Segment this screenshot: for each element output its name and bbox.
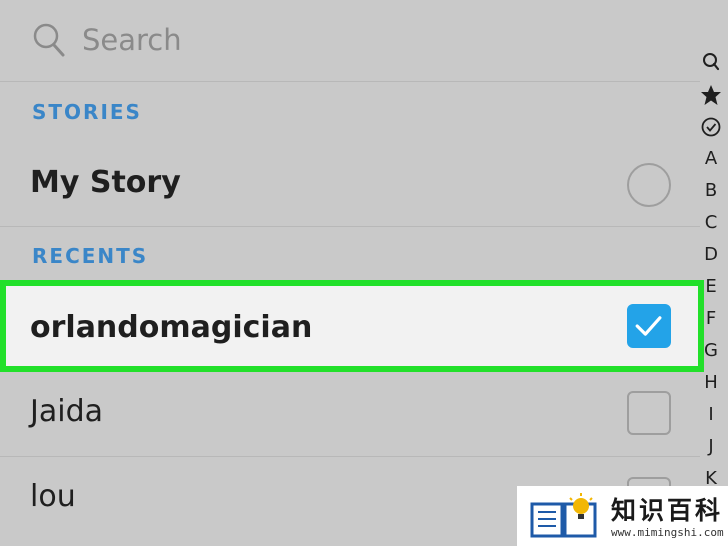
section-header-stories: STORIES bbox=[32, 100, 142, 124]
list-item-label: Jaida bbox=[30, 394, 103, 429]
list-item-label: My Story bbox=[30, 165, 181, 200]
recent-select-checkbox-checked[interactable] bbox=[627, 304, 671, 348]
watermark-title: 知识百科 bbox=[611, 496, 724, 525]
index-letter-b[interactable]: B bbox=[698, 181, 724, 201]
watermark-url: www.mimingshi.com bbox=[611, 526, 724, 539]
alphabet-index-bar[interactable]: A B C D E F G H I J K bbox=[698, 48, 724, 546]
index-letter-e[interactable]: E bbox=[698, 277, 724, 297]
search-icon[interactable] bbox=[698, 52, 724, 72]
recent-select-checkbox[interactable] bbox=[627, 391, 671, 435]
search-input[interactable] bbox=[82, 20, 642, 60]
list-item-jaida[interactable]: Jaida bbox=[0, 372, 700, 456]
divider bbox=[0, 226, 700, 227]
index-letter-a[interactable]: A bbox=[698, 149, 724, 169]
book-lightbulb-logo-icon bbox=[530, 493, 597, 538]
list-item-orlandomagician[interactable]: orlandomagician bbox=[0, 280, 704, 372]
index-letter-f[interactable]: F bbox=[698, 309, 724, 329]
list-item-label: orlandomagician bbox=[30, 310, 313, 345]
checkmark-icon bbox=[635, 316, 662, 336]
watermark: 知识百科 www.mimingshi.com bbox=[517, 486, 728, 546]
story-select-checkbox[interactable] bbox=[627, 163, 671, 207]
check-circle-icon[interactable] bbox=[698, 116, 724, 138]
search-icon bbox=[33, 23, 65, 57]
index-letter-j[interactable]: J bbox=[698, 437, 724, 457]
index-letter-c[interactable]: C bbox=[698, 213, 724, 233]
index-letter-h[interactable]: H bbox=[698, 373, 724, 393]
list-item-my-story[interactable]: My Story bbox=[0, 145, 700, 225]
index-letter-d[interactable]: D bbox=[698, 245, 724, 265]
section-header-recents: RECENTS bbox=[32, 244, 149, 268]
star-icon[interactable] bbox=[698, 84, 724, 106]
index-letter-i[interactable]: I bbox=[698, 405, 724, 425]
index-letter-g[interactable]: G bbox=[698, 341, 724, 361]
list-item-label: lou bbox=[30, 479, 76, 514]
search-bar bbox=[0, 0, 700, 82]
